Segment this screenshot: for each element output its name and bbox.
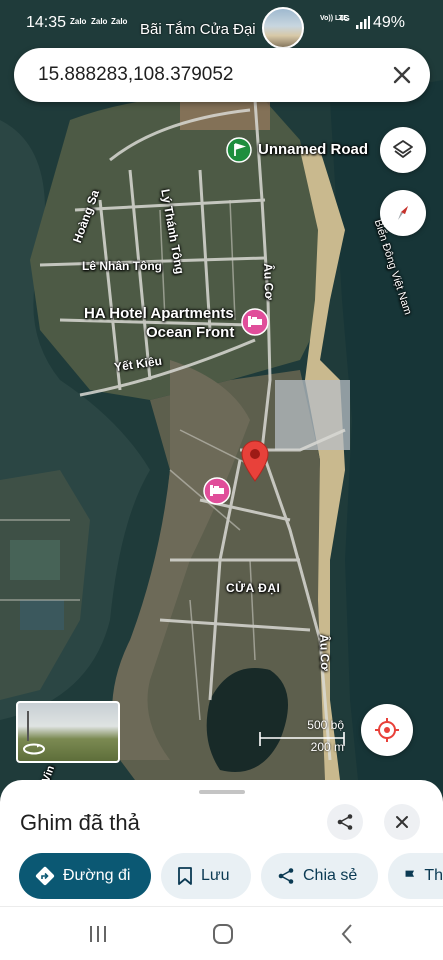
- label-au-co-north[interactable]: Âu Cơ: [261, 263, 276, 300]
- street-pole: [27, 711, 29, 741]
- signal-bars-icon: [356, 16, 370, 29]
- search-bar[interactable]: 15.888283,108.379052: [14, 48, 430, 102]
- scale-imperial: 500 bộ: [307, 718, 344, 732]
- notification-zalo-2: Zalo: [91, 17, 108, 26]
- park-marker-icon[interactable]: [226, 137, 252, 163]
- notification-zalo-1: Zalo: [70, 17, 87, 26]
- layers-button[interactable]: [380, 127, 426, 173]
- scale-metric: 200 m: [310, 740, 344, 754]
- label-unnamed-road[interactable]: Unnamed Road: [258, 141, 368, 158]
- map-imagery: [0, 0, 443, 800]
- compass-icon: [398, 206, 408, 220]
- close-sheet-button[interactable]: [384, 804, 420, 840]
- close-icon: [396, 816, 408, 828]
- save-button[interactable]: Lưu: [161, 853, 251, 899]
- my-location-icon: [375, 718, 399, 742]
- label-le-nhan-tong[interactable]: Lê Nhân Tông: [82, 259, 162, 273]
- save-label: Lưu: [201, 867, 230, 884]
- share-chip-button[interactable]: Chia sẻ: [261, 853, 378, 899]
- satellite-map[interactable]: Unnamed Road HA Hotel Apartments Ocean F…: [0, 0, 443, 800]
- share-button[interactable]: [327, 804, 363, 840]
- flag-icon: [405, 870, 415, 883]
- notification-zalo-3: Zalo: [111, 17, 128, 26]
- sheet-drag-handle[interactable]: [199, 790, 245, 794]
- street-view-thumbnail[interactable]: [16, 701, 120, 763]
- share-label: Chia sẻ: [303, 867, 358, 884]
- place-thumbnail[interactable]: [262, 7, 304, 49]
- network-type: 4G: [339, 14, 350, 23]
- battery-level: 49%: [373, 14, 406, 31]
- compass-button[interactable]: [380, 190, 426, 236]
- directions-label: Đường đi: [63, 867, 131, 884]
- directions-button[interactable]: Đường đi: [19, 853, 151, 899]
- bookmark-icon: [178, 867, 192, 885]
- dropped-pin-icon[interactable]: [240, 440, 270, 482]
- close-icon[interactable]: [390, 63, 414, 87]
- sheet-title: Ghim đã thả: [20, 810, 140, 835]
- share-icon: [337, 814, 353, 830]
- label-au-co-south[interactable]: Âu Cơ: [317, 634, 332, 671]
- label-hotel-line1[interactable]: HA Hotel Apartments: [84, 305, 234, 322]
- status-bar: 14:35 Zalo Zalo Zalo Bãi Tắm Cửa Đại Vo)…: [0, 0, 443, 49]
- hotel-marker-2-icon[interactable]: [203, 477, 231, 505]
- label-cua-dai[interactable]: CỬA ĐẠI: [226, 581, 280, 595]
- back-icon[interactable]: [340, 923, 354, 945]
- label-flag-button[interactable]: Th: [388, 853, 443, 899]
- directions-icon: [35, 866, 55, 886]
- hotel-marker-icon[interactable]: [241, 308, 269, 336]
- home-icon[interactable]: [212, 923, 234, 945]
- map-scale: 500 bộ 200 m: [258, 718, 348, 758]
- system-navigation-bar: [0, 906, 443, 960]
- more-action-label: Th: [424, 867, 443, 884]
- recent-apps-icon[interactable]: [88, 925, 108, 943]
- my-location-button[interactable]: [361, 704, 413, 756]
- search-query[interactable]: 15.888283,108.379052: [38, 64, 233, 86]
- layers-icon: [393, 140, 413, 158]
- status-time: 14:35: [26, 14, 67, 31]
- rotate-360-icon: [23, 743, 45, 755]
- label-hotel-line2[interactable]: Ocean Front: [146, 324, 234, 341]
- status-place-name: Bãi Tắm Cửa Đại: [140, 21, 256, 38]
- share-icon: [278, 868, 294, 884]
